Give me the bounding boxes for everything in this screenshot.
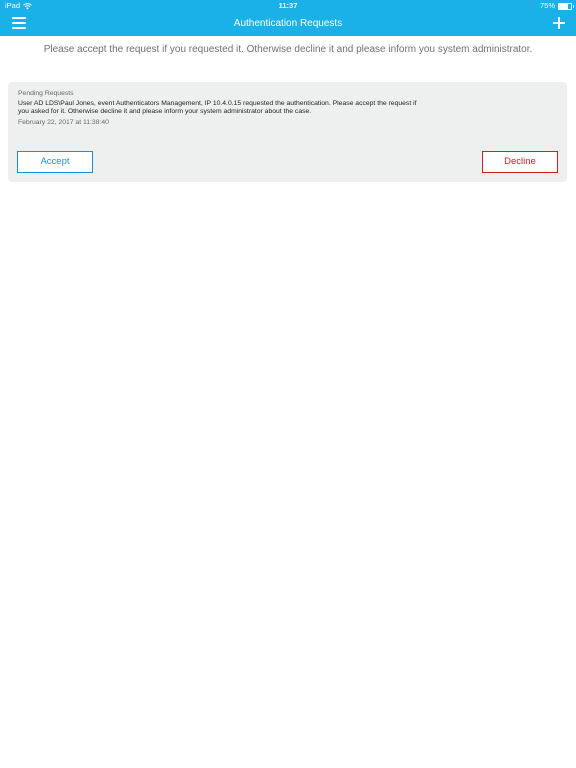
request-date: February 22, 2017 at 11:38:40 xyxy=(18,119,109,126)
accept-button[interactable]: Accept xyxy=(17,151,93,173)
plus-icon[interactable] xyxy=(553,17,565,29)
status-right: 75% xyxy=(539,0,574,12)
instructions-text: Please accept the request if you request… xyxy=(43,44,533,55)
authentication-requests-screen: iPad 11:37 75% Authentication Requests P… xyxy=(0,0,576,768)
pending-request-card: Pending Requests User AD LDS\Paul Jones,… xyxy=(8,82,567,182)
status-time: 11:37 xyxy=(278,1,298,10)
decline-button[interactable]: Decline xyxy=(482,151,558,173)
battery-percentage: 75% xyxy=(539,1,555,10)
navigation-bar: Authentication Requests xyxy=(0,12,576,36)
pending-requests-heading: Pending Requests xyxy=(18,90,74,97)
page-title: Authentication Requests xyxy=(233,18,343,29)
status-bar: iPad 11:37 75% xyxy=(0,0,576,12)
request-message: User AD LDS\Paul Jones, event Authentica… xyxy=(18,100,417,116)
battery-icon xyxy=(558,2,574,10)
